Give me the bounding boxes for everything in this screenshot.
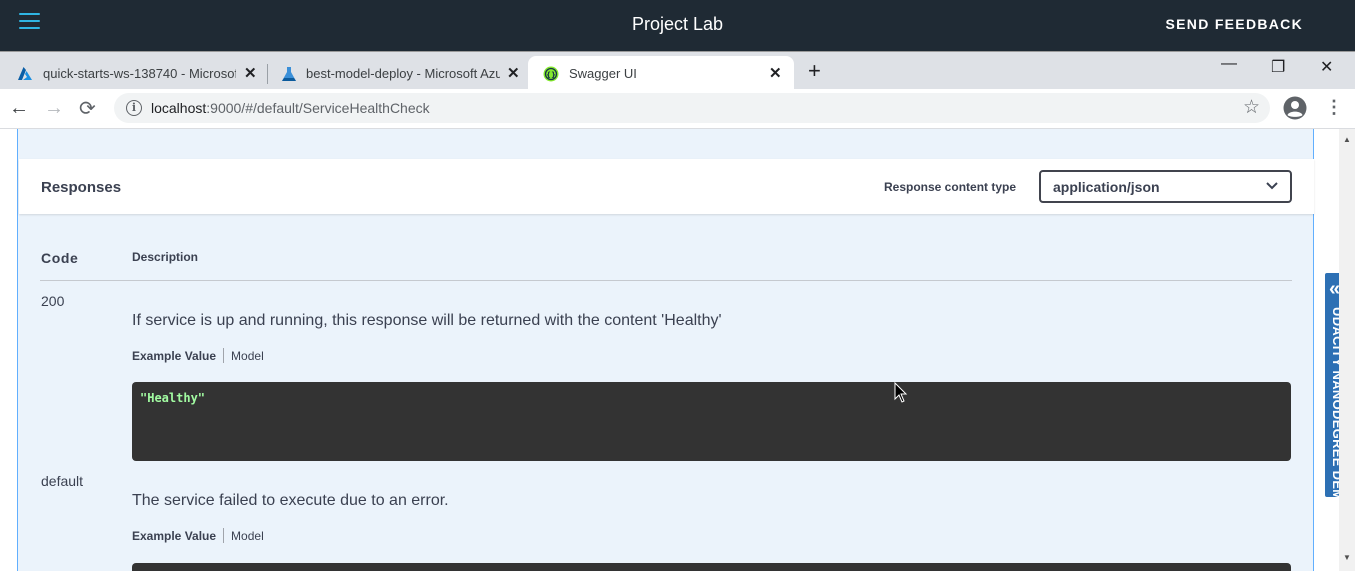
url-text[interactable]: localhost:9000/#/default/ServiceHealthCh…	[151, 100, 430, 116]
scroll-up-arrow-icon[interactable]: ▲	[1343, 135, 1351, 144]
scroll-down-arrow-icon[interactable]: ▼	[1343, 553, 1351, 562]
browser-menu-icon[interactable]: ⋮	[1325, 97, 1343, 118]
selected-content-type: application/json	[1053, 179, 1160, 195]
swagger-page: Responses Response content type applicat…	[0, 129, 1339, 571]
tab-label: Swagger UI	[569, 66, 637, 81]
model-tab[interactable]: Model	[231, 349, 264, 363]
tab-divider	[223, 528, 225, 543]
example-tabs: Example Value Model	[132, 528, 264, 543]
browser-tab-strip: quick-starts-ws-138740 - Microsoft Azure…	[0, 51, 1355, 91]
tab-label: best-model-deploy - Microsoft Azure Mach…	[306, 65, 500, 81]
profile-avatar-icon[interactable]	[1283, 96, 1307, 120]
azure-icon	[18, 67, 32, 80]
column-header-code: Code	[41, 250, 79, 266]
close-tab-icon[interactable]: ✕	[769, 64, 782, 82]
tab-divider	[267, 64, 268, 84]
chevron-down-icon	[1266, 182, 1278, 190]
example-json: "Healthy"	[140, 391, 206, 405]
tab-divider	[223, 348, 225, 363]
forward-arrow-icon[interactable]: →	[44, 97, 64, 120]
close-window-icon[interactable]: ✕	[1320, 57, 1333, 77]
reload-icon[interactable]: ⟳	[79, 96, 96, 121]
restore-window-icon[interactable]: ❐	[1271, 57, 1285, 77]
swagger-icon: {}	[543, 66, 559, 82]
site-info-icon[interactable]: i	[126, 100, 142, 116]
responses-title: Responses	[41, 179, 122, 196]
browser-tab-swagger-ui[interactable]: {} Swagger UI ✕	[528, 56, 794, 91]
back-arrow-icon[interactable]: ←	[9, 97, 29, 120]
browser-toolbar: ← → ⟳ i localhost:9000/#/default/Service…	[0, 89, 1355, 129]
response-description: The service failed to execute due to an …	[132, 492, 449, 509]
tab-label: quick-starts-ws-138740 - Microsoft Azure	[43, 65, 236, 81]
response-description: If service is up and running, this respo…	[132, 312, 722, 329]
example-tabs: Example Value Model	[132, 348, 264, 363]
mouse-cursor-icon	[894, 382, 908, 403]
azure-ml-flask-icon	[282, 67, 296, 81]
table-divider	[40, 280, 1292, 281]
model-tab[interactable]: Model	[231, 529, 264, 543]
example-code-box: "Healthy"	[132, 382, 1291, 461]
send-feedback-button[interactable]: SEND FEEDBACK	[1166, 16, 1303, 32]
minimize-window-icon[interactable]: —	[1221, 55, 1237, 73]
response-content-type-label: Response content type	[884, 180, 1017, 194]
example-value-tab[interactable]: Example Value	[132, 349, 216, 363]
new-tab-plus-icon[interactable]: +	[808, 58, 821, 84]
operation-block: Responses Response content type applicat…	[17, 129, 1314, 571]
page-scrollbar[interactable]: ▲ ▼	[1339, 129, 1355, 571]
responses-header: Responses Response content type applicat…	[19, 159, 1314, 214]
example-code-box	[132, 563, 1291, 571]
close-tab-icon[interactable]: ✕	[244, 64, 257, 82]
response-code: 200	[41, 293, 65, 309]
column-header-description: Description	[132, 250, 199, 264]
svg-text:{}: {}	[546, 71, 556, 79]
example-value-tab[interactable]: Example Value	[132, 529, 216, 543]
browser-tab-azure-portal[interactable]: quick-starts-ws-138740 - Microsoft Azure…	[0, 56, 265, 90]
app-title: Project Lab	[631, 14, 724, 34]
app-bar: Project Lab SEND FEEDBACK	[0, 0, 1355, 51]
response-content-type-select[interactable]: application/json	[1039, 170, 1292, 203]
response-code: default	[41, 473, 84, 489]
address-bar[interactable]: i localhost:9000/#/default/ServiceHealth…	[114, 93, 1270, 123]
browser-tab-azure-ml[interactable]: best-model-deploy - Microsoft Azure Mach…	[270, 56, 528, 90]
bookmark-star-icon[interactable]: ☆	[1243, 96, 1260, 119]
close-tab-icon[interactable]: ✕	[507, 64, 520, 82]
